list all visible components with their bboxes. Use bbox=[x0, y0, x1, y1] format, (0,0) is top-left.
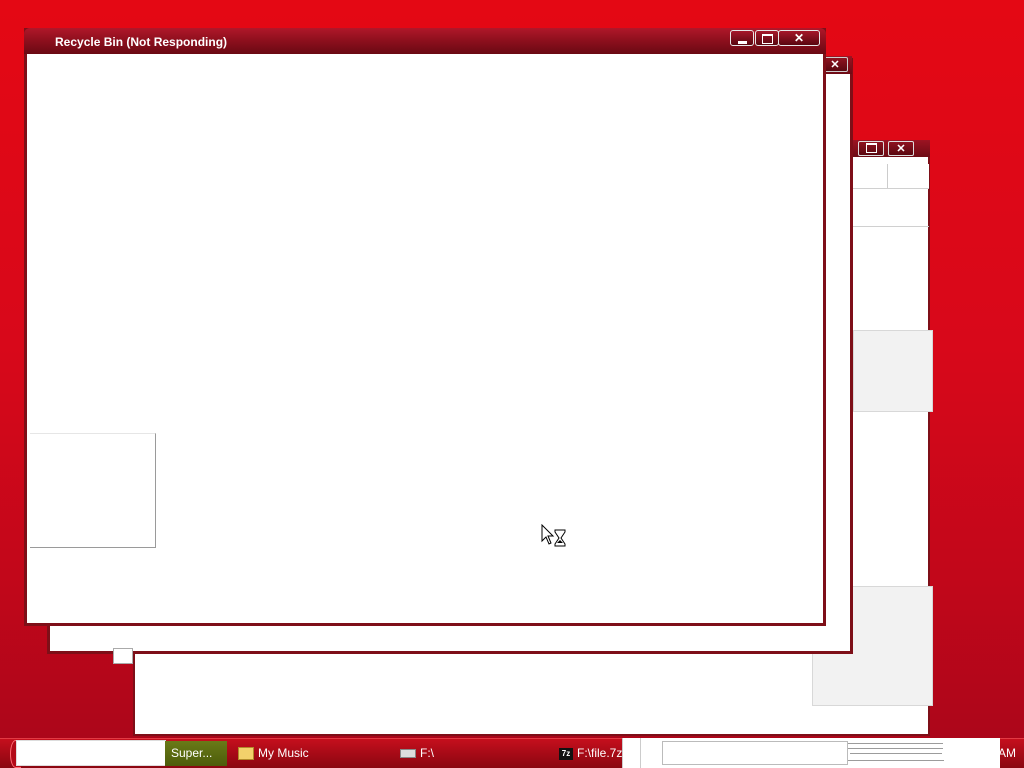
background-window-3-close-button[interactable]: ✕ bbox=[888, 141, 914, 156]
taskbar-item-label: F:\ bbox=[420, 746, 434, 760]
divider bbox=[848, 743, 943, 744]
background-window-3-toolbar bbox=[853, 164, 929, 189]
taskbar-item-my-music[interactable]: My Music bbox=[232, 741, 392, 766]
taskbar-item-super[interactable]: Super... bbox=[165, 741, 227, 766]
close-icon: ✕ bbox=[793, 31, 805, 45]
maximize-icon bbox=[761, 34, 773, 44]
background-window-3-maximize-button[interactable] bbox=[858, 141, 884, 156]
background-window-3-panel bbox=[853, 330, 933, 412]
close-button[interactable]: ✕ bbox=[778, 30, 820, 46]
minimize-button[interactable] bbox=[730, 30, 754, 46]
divider bbox=[848, 748, 943, 749]
taskbar-item-label: F:\file.7z bbox=[577, 746, 622, 760]
taskbar-item-7z-file[interactable]: 7z F:\file.7z bbox=[553, 741, 622, 766]
divider bbox=[848, 760, 944, 761]
tray-element bbox=[662, 741, 848, 765]
close-icon: ✕ bbox=[830, 59, 840, 71]
drive-icon bbox=[400, 749, 416, 759]
window-title: Recycle Bin (Not Responding) bbox=[55, 35, 228, 49]
taskbar-item-label: Super... bbox=[171, 746, 213, 760]
taskbar-item-drive-f[interactable]: F:\ bbox=[394, 741, 554, 766]
folder-music-icon bbox=[238, 747, 254, 761]
7zip-icon: 7z bbox=[559, 747, 573, 760]
maximize-icon bbox=[865, 143, 877, 154]
taskbar-item-label: My Music bbox=[258, 746, 309, 760]
minimize-icon bbox=[737, 41, 747, 44]
quick-launch-area bbox=[16, 740, 166, 766]
divider bbox=[640, 738, 641, 768]
small-icon bbox=[113, 648, 133, 664]
divider bbox=[853, 226, 929, 227]
maximize-button[interactable] bbox=[755, 30, 779, 46]
close-icon: ✕ bbox=[896, 143, 906, 155]
clock[interactable]: AM bbox=[998, 741, 1024, 766]
toolbar-divider bbox=[887, 164, 888, 188]
busy-cursor-icon bbox=[541, 524, 566, 547]
unpainted-region bbox=[30, 433, 156, 548]
divider bbox=[850, 753, 942, 754]
